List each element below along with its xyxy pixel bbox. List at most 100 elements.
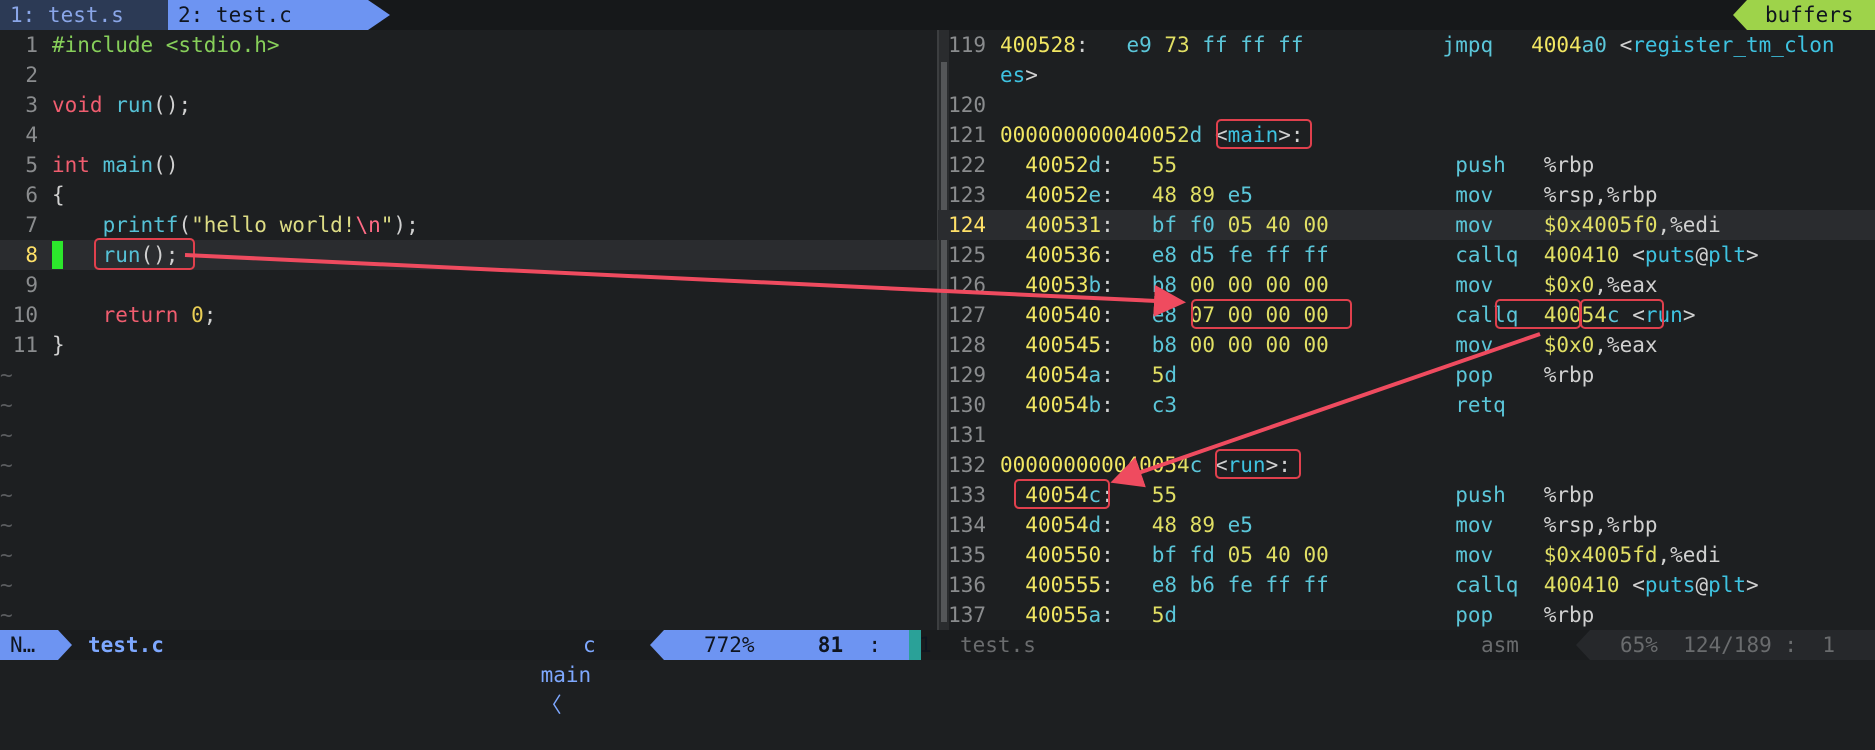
asm-token: e	[1088, 183, 1102, 207]
asm-token: >	[1025, 63, 1038, 87]
asm-line[interactable]: 137 40055a: 5d pop %rbp	[938, 600, 1875, 630]
line-number: 127	[948, 303, 986, 327]
asm-token: :	[1101, 513, 1152, 537]
asm-code: 40053b: b8 00 00 00 00 mov $0x0,%eax	[1000, 270, 1658, 300]
source-line[interactable]: 9	[0, 270, 938, 300]
source-line[interactable]: 4	[0, 120, 938, 150]
asm-token: 400536	[1025, 243, 1102, 267]
highlight-box-run-call	[94, 238, 195, 270]
source-code: return 0;	[52, 300, 217, 330]
asm-token	[1518, 243, 1543, 267]
asm-line[interactable]: 123 40052e: 48 89 e5 mov %rsp,%rbp	[938, 180, 1875, 210]
asm-token	[1000, 273, 1025, 297]
tab-test-s[interactable]: 1: test.s	[0, 0, 182, 30]
asm-token: $0x4005fd	[1543, 543, 1658, 567]
asm-token	[1493, 213, 1544, 237]
line-number: 132	[948, 453, 986, 477]
asm-token	[1493, 543, 1544, 567]
asm-line[interactable]: 121 000000000040052d <main>:	[938, 120, 1875, 150]
asm-line[interactable]: 120	[938, 90, 1875, 120]
asm-token	[1000, 543, 1025, 567]
source-code: {	[52, 180, 65, 210]
asm-token	[1000, 333, 1025, 357]
asm-token	[1329, 333, 1455, 357]
asm-token: >	[1746, 243, 1759, 267]
highlight-box-main-label	[1216, 119, 1312, 149]
asm-token: 40055	[1025, 603, 1089, 627]
asm-token: :	[1101, 543, 1152, 567]
source-line[interactable]: 5 int main()	[0, 150, 938, 180]
asm-token: mov	[1455, 333, 1494, 357]
command-line[interactable]	[0, 660, 1875, 670]
asm-line[interactable]: es>	[938, 60, 1875, 90]
asm-line[interactable]: 128 400545: b8 00 00 00 00 mov $0x0,%eax	[938, 330, 1875, 360]
asm-token: ,%eax	[1594, 333, 1658, 357]
asm-line[interactable]: 131	[938, 420, 1875, 450]
asm-line[interactable]: 127 400540: e8 07 00 00 00 callq 40054c …	[938, 300, 1875, 330]
asm-token: %rbp	[1493, 363, 1595, 387]
asm-token: ,%eax	[1594, 273, 1658, 297]
code-token: }	[52, 333, 65, 357]
status-right-percent: 65%	[1620, 633, 1658, 657]
asm-line[interactable]: 126 40053b: b8 00 00 00 00 mov $0x0,%eax	[938, 270, 1875, 300]
asm-token: :	[1101, 573, 1152, 597]
asm-line[interactable]: 119 400528: e9 73 ff ff ff jmpq 4004a0 <r…	[938, 30, 1875, 60]
asm-token: 40054	[1025, 393, 1089, 417]
source-line[interactable]: 2	[0, 60, 938, 90]
asm-token: <	[1619, 243, 1645, 267]
asm-token	[1000, 603, 1025, 627]
asm-line[interactable]: 125 400536: e8 d5 fe ff ff callq 400410 …	[938, 240, 1875, 270]
source-code: #include <stdio.h>	[52, 30, 280, 60]
asm-line[interactable]: 136 400555: e8 b6 fe ff ff callq 400410 …	[938, 570, 1875, 600]
asm-code: 400531: bf f0 05 40 00 mov $0x4005f0,%ed…	[1000, 210, 1721, 240]
source-line[interactable]: 7 printf("hello world!\n");	[0, 210, 938, 240]
asm-line[interactable]: 129 40054a: 5d pop %rbp	[938, 360, 1875, 390]
asm-token: jmpq	[1442, 33, 1494, 57]
disassembly-pane[interactable]: 119 400528: e9 73 ff ff ff jmpq 4004a0 <r…	[938, 30, 1875, 630]
source-line[interactable]: 11}	[0, 330, 938, 360]
asm-token: 40053	[1025, 273, 1089, 297]
code-token: ();	[153, 93, 192, 117]
asm-token: b	[1088, 273, 1102, 297]
asm-token: ,%edi	[1657, 213, 1721, 237]
asm-token	[1253, 513, 1455, 537]
line-number: 11	[12, 333, 38, 357]
tab-test-c[interactable]: 2: test.c	[168, 0, 390, 30]
asm-token	[1177, 603, 1455, 627]
highlight-box-run-address	[1014, 479, 1110, 509]
asm-token	[1000, 573, 1025, 597]
asm-token: 400531	[1025, 213, 1102, 237]
line-number: 1	[25, 33, 38, 57]
asm-token: 40054	[1025, 513, 1089, 537]
source-line[interactable]: 1 #include <stdio.h>	[0, 30, 938, 60]
asm-token: <	[1619, 573, 1645, 597]
asm-token: 400545	[1025, 333, 1102, 357]
asm-token: 4	[1177, 453, 1190, 477]
code-token: "	[380, 213, 394, 237]
source-line[interactable]: 10 return 0;	[0, 300, 938, 330]
asm-code: 400528: e9 73 ff ff ff jmpq 4004a0 <regi…	[1000, 30, 1835, 60]
asm-token: e9	[1126, 33, 1165, 57]
source-line[interactable]: 3 void run();	[0, 90, 938, 120]
tabline: 1: test.s 2: test.c buffers	[0, 0, 1875, 30]
asm-line[interactable]: 135 400550: bf fd 05 40 00 mov $0x4005fd…	[938, 540, 1875, 570]
asm-line[interactable]: 130 40054b: c3 retq	[938, 390, 1875, 420]
empty-line-tilde: ~	[0, 513, 13, 537]
asm-token: push	[1455, 483, 1506, 507]
empty-line-tilde: ~	[0, 483, 13, 507]
status-separator: 〈	[540, 693, 562, 717]
asm-line[interactable]: 124 400531: bf f0 05 40 00 mov $0x4005f0…	[938, 210, 1875, 240]
asm-line[interactable]: 132 000000000040054c <run>:	[938, 450, 1875, 480]
asm-line[interactable]: 134 40054d: 48 89 e5 mov %rsp,%rbp	[938, 510, 1875, 540]
source-pane[interactable]: 1 #include <stdio.h> 2 3 void run(); 4 5 int ma…	[0, 30, 938, 630]
asm-token: :	[1101, 153, 1152, 177]
asm-token	[1177, 393, 1455, 417]
line-number: 135	[948, 543, 986, 567]
source-line[interactable]: 6{	[0, 180, 938, 210]
asm-token: :	[1101, 303, 1152, 327]
buffers-label[interactable]: buffers	[1733, 0, 1875, 30]
asm-token: a	[1088, 363, 1102, 387]
asm-line[interactable]: 122 40052d: 55 push %rbp	[938, 150, 1875, 180]
asm-token: :	[1101, 393, 1152, 417]
asm-token: 00000000004005	[1000, 453, 1178, 477]
